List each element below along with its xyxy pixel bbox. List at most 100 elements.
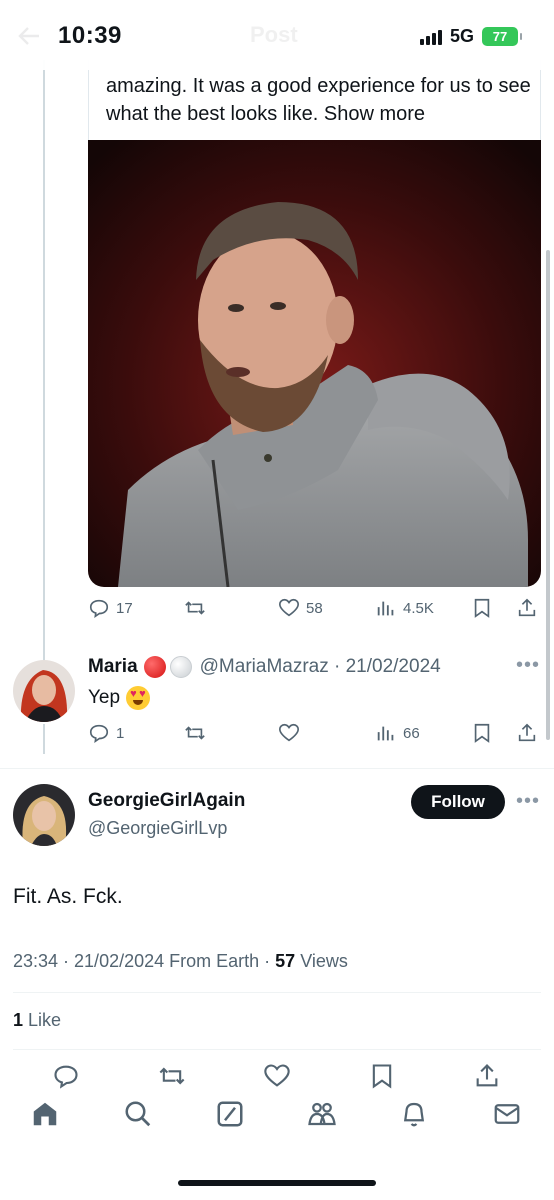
divider [0, 768, 554, 769]
views-icon [377, 726, 394, 741]
reply-handle-date[interactable]: @MariaMazraz · 21/02/2024 [200, 656, 441, 678]
tab-communities[interactable] [307, 1099, 337, 1134]
communities-icon [308, 1102, 336, 1126]
likes-count: 1 [13, 1010, 24, 1030]
reply-count: 17 [116, 599, 133, 617]
like-button[interactable]: 58 [278, 597, 323, 619]
heart-icon [279, 723, 299, 742]
share-button[interactable] [516, 597, 538, 619]
reply-button[interactable]: 17 [88, 597, 133, 619]
reply-thread-line [43, 724, 45, 754]
views-count: 4.5K [403, 599, 434, 617]
share-button[interactable] [473, 1062, 501, 1095]
heart-icon [264, 1064, 290, 1087]
tweet-text: amazing. It was a good experience for us… [106, 72, 536, 128]
heart-icon [279, 598, 299, 617]
reply-text: Yep [88, 686, 151, 710]
like-button[interactable] [263, 1062, 291, 1095]
views-count: 66 [403, 724, 420, 742]
likes-label: Like [23, 1010, 62, 1030]
views-button[interactable]: 66 [375, 722, 420, 744]
bookmark-icon [474, 723, 490, 743]
divider [13, 1049, 541, 1050]
messages-icon [494, 1104, 520, 1124]
share-icon [518, 723, 536, 742]
notifications-icon [403, 1102, 425, 1127]
tweet-text-line1: amazing. It was a good experience for us… [106, 75, 493, 97]
status-indicators: 5G 77 [419, 26, 522, 47]
signal-icon [419, 29, 442, 45]
views-label: Views [295, 951, 348, 971]
reply-icon [89, 599, 109, 618]
likes-summary[interactable]: 1 Like [13, 1010, 61, 1031]
man-in-grey-coat-photo [88, 140, 541, 587]
white-circle-icon [169, 656, 192, 678]
tweet-text: Fit. As. Fck. [13, 885, 123, 908]
home-indicator [178, 1180, 376, 1186]
like-count: 58 [306, 599, 323, 617]
more-options-icon[interactable]: ••• [516, 654, 540, 677]
bottom-tab-bar [0, 1095, 554, 1140]
views-icon [377, 601, 394, 616]
reply-button[interactable] [52, 1062, 80, 1095]
main-tweet-action-bar [0, 1062, 554, 1096]
tab-grok[interactable] [215, 1099, 245, 1134]
bookmark-button[interactable] [471, 722, 493, 744]
author-handle[interactable]: @GeorgieGirlLvp [88, 818, 227, 839]
bookmark-button[interactable] [471, 597, 493, 619]
follow-button[interactable]: Follow [411, 785, 505, 819]
tab-search[interactable] [123, 1099, 153, 1134]
search-icon [125, 1101, 151, 1127]
author-name[interactable]: GeorgieGirlAgain [88, 790, 245, 812]
more-options-icon[interactable]: ••• [516, 790, 540, 813]
back-arrow-icon[interactable] [18, 26, 40, 46]
views-button[interactable]: 4.5K [375, 597, 434, 619]
retweet-button[interactable] [184, 597, 206, 619]
retweet-button[interactable] [158, 1062, 186, 1095]
reply-count: 1 [116, 724, 125, 742]
avatar[interactable] [13, 784, 75, 846]
share-button[interactable] [516, 722, 538, 744]
retweet-icon [185, 726, 205, 740]
tweet-timestamp-source[interactable]: 23:34 · 21/02/2024 From Earth · [13, 951, 275, 971]
reply-button[interactable]: 1 [88, 722, 124, 744]
heart-eyes-emoji-icon [126, 686, 151, 710]
share-icon [518, 598, 536, 617]
scrollbar[interactable] [546, 250, 550, 740]
tweet-action-bar: 17 58 4.5K [88, 597, 540, 627]
tweet-photo[interactable] [88, 140, 541, 587]
like-button[interactable] [278, 722, 300, 744]
reply-icon [54, 1065, 78, 1089]
retweet-icon [185, 601, 205, 615]
reply-icon [89, 724, 109, 743]
status-time: 10:39 [58, 22, 122, 49]
tweet-meta: 23:34 · 21/02/2024 From Earth · 57 Views [13, 951, 348, 972]
thread-line [43, 60, 45, 660]
grok-icon [217, 1101, 243, 1127]
bookmark-icon [474, 598, 490, 618]
bookmark-icon [372, 1064, 392, 1089]
status-bar: Post 10:39 5G 77 [0, 0, 554, 70]
divider [13, 992, 541, 993]
network-type: 5G [449, 26, 474, 46]
reply-text-content: Yep [88, 687, 121, 708]
views-count: 57 [275, 951, 296, 971]
retweet-icon [159, 1067, 185, 1085]
avatar[interactable] [13, 660, 75, 722]
reply-header: Maria @MariaMazraz · 21/02/2024 [88, 656, 441, 678]
reply-action-bar: 1 66 [88, 722, 540, 752]
georgie-avatar-image [13, 784, 75, 846]
reply-author-name[interactable]: Maria [88, 656, 138, 678]
tab-messages[interactable] [492, 1099, 522, 1134]
share-icon [476, 1064, 498, 1087]
bookmark-button[interactable] [368, 1062, 396, 1095]
home-icon [33, 1102, 57, 1126]
show-more-link[interactable]: Show more [324, 103, 425, 125]
red-circle-icon [143, 656, 166, 678]
maria-avatar-image [13, 660, 75, 722]
tab-notifications[interactable] [399, 1099, 429, 1134]
retweet-button[interactable] [184, 722, 206, 744]
tab-home[interactable] [30, 1099, 60, 1134]
battery-level: 77 [492, 29, 508, 44]
header-title: Post [250, 22, 298, 47]
